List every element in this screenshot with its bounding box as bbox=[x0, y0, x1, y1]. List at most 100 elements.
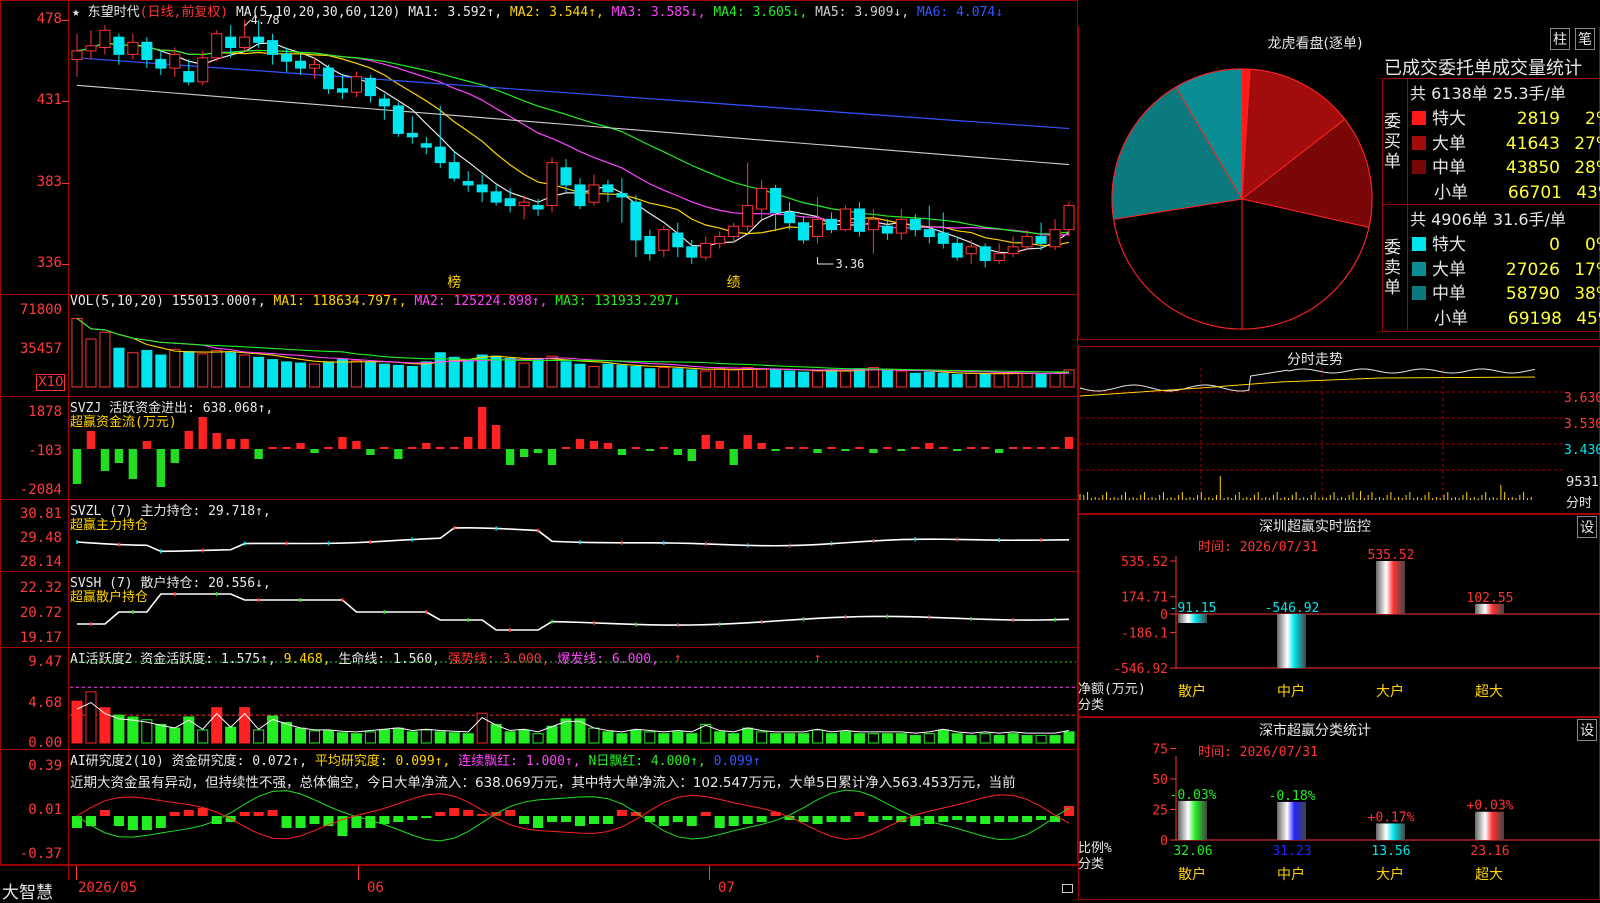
fund-flow-bar bbox=[813, 449, 822, 453]
fund-flow-bar bbox=[296, 443, 305, 449]
candle-body bbox=[434, 146, 446, 164]
sz-class-settings-button[interactable]: 设 bbox=[1577, 719, 1597, 741]
candle-body bbox=[448, 162, 460, 179]
candle-body bbox=[322, 67, 335, 90]
sell-volume: 69198 bbox=[1507, 308, 1562, 329]
vol-unit-badge: X10 bbox=[36, 374, 66, 391]
tick-mode-button[interactable]: 笔 bbox=[1575, 28, 1595, 50]
activity-bar bbox=[392, 727, 404, 744]
volume-bar bbox=[1021, 372, 1033, 388]
kline-ytick-2: 383 bbox=[36, 174, 62, 191]
lock-icon[interactable] bbox=[1062, 884, 1073, 893]
sell-label: 委卖单 bbox=[1384, 238, 1401, 298]
volume-bar bbox=[211, 349, 223, 388]
candle-body bbox=[728, 225, 740, 238]
candle-body bbox=[979, 246, 991, 262]
lhb-mid-divider bbox=[1382, 204, 1600, 205]
research-bar bbox=[71, 816, 83, 828]
fund-flow-bar bbox=[519, 449, 529, 457]
candle-body bbox=[602, 184, 614, 193]
monitor-ytick: -186.1 bbox=[1121, 626, 1168, 641]
svzl-chart[interactable] bbox=[70, 500, 1076, 571]
research-bar bbox=[253, 812, 264, 816]
candle-body bbox=[825, 218, 838, 231]
intraday-price-2: 3.430 bbox=[1564, 443, 1600, 458]
candle-body bbox=[406, 132, 418, 138]
volume-bar bbox=[1007, 371, 1019, 388]
svzl-ytick-2: 28.14 bbox=[19, 554, 62, 570]
volume-bar bbox=[923, 371, 935, 388]
activity-bar bbox=[350, 733, 362, 744]
candle-body bbox=[392, 105, 404, 134]
class-change-label: +0.17% bbox=[1368, 810, 1415, 825]
fund-flow-bar bbox=[645, 449, 655, 451]
sell-row-2: 中单 58790 38% bbox=[1412, 279, 1600, 304]
class-bar bbox=[1277, 801, 1306, 840]
fund-flow-bar bbox=[603, 443, 613, 449]
activity-bar bbox=[336, 732, 348, 744]
research-bar bbox=[449, 808, 460, 816]
candle-body bbox=[1035, 236, 1047, 244]
candle-body bbox=[895, 218, 907, 234]
activity-bar bbox=[909, 735, 921, 744]
activity-bar bbox=[281, 722, 293, 744]
candle-body bbox=[113, 36, 125, 55]
ai-activity-chart[interactable]: ↑ ↑ bbox=[70, 648, 1076, 749]
lhb-subtitle: 已成交委托单成交量统计 bbox=[1384, 58, 1582, 79]
svzj-ytick-1: -103 bbox=[28, 443, 62, 459]
buy-percent: 28% bbox=[1574, 158, 1600, 178]
candlestick-chart[interactable]: 4.78 3.36 榜 绩 bbox=[70, 0, 1076, 294]
monitor-category: 超大 bbox=[1475, 684, 1503, 700]
activity-bar bbox=[183, 716, 195, 744]
research-bar bbox=[882, 816, 893, 820]
sz-monitor-settings-button[interactable]: 设 bbox=[1577, 516, 1597, 538]
svsh-chart[interactable] bbox=[70, 572, 1076, 647]
research-bar bbox=[141, 816, 152, 830]
fund-flow-bar bbox=[450, 447, 459, 449]
research-bar bbox=[239, 812, 250, 816]
volume-bar bbox=[183, 351, 195, 388]
sell-volume: 58790 bbox=[1505, 284, 1560, 304]
volume-bar bbox=[504, 357, 516, 388]
buy-row-2: 中单 43850 28% bbox=[1412, 153, 1600, 178]
sell-percent: 0% bbox=[1585, 235, 1600, 255]
fund-flow-bar bbox=[967, 447, 976, 449]
ai-research-chart[interactable] bbox=[70, 789, 1076, 864]
date-label-0: 2026/05 bbox=[78, 880, 138, 896]
ai2-header: AI研究度2(10) 资金研究度: 0.072↑, 平均研究度: 0.099↑,… bbox=[70, 750, 761, 769]
candle-body bbox=[909, 218, 921, 231]
sell-row-1: 大单 27026 17% bbox=[1412, 255, 1600, 280]
ai1-ytick-2: 0.00 bbox=[28, 735, 62, 751]
activity-bar bbox=[420, 729, 432, 744]
buy-percent: 27% bbox=[1574, 133, 1600, 154]
activity-bar bbox=[979, 733, 991, 744]
monitor-ytick: 535.52 bbox=[1121, 555, 1168, 570]
ai2-cont: 连续飘红: 1.000↑, bbox=[458, 754, 581, 769]
intraday-chart[interactable] bbox=[1079, 368, 1564, 510]
candle-body bbox=[1007, 246, 1019, 255]
volume-bar bbox=[225, 352, 237, 388]
volume-bar bbox=[728, 369, 740, 388]
volume-bar bbox=[99, 331, 111, 388]
research-bar bbox=[505, 810, 516, 816]
bar-mode-button[interactable]: 柱 bbox=[1550, 28, 1570, 50]
volume-bar bbox=[700, 370, 712, 388]
brand-logo[interactable]: 大智慧 bbox=[2, 878, 53, 903]
lhb-pie-chart[interactable] bbox=[1108, 65, 1376, 333]
research-bar bbox=[714, 816, 725, 828]
fund-flow-bar bbox=[994, 449, 1004, 453]
monitor-bar-label: 535.52 bbox=[1368, 548, 1415, 563]
sz-class-title: 深市超赢分类统计 bbox=[1259, 723, 1371, 739]
fund-flow-bar bbox=[715, 441, 724, 449]
monitor-bar bbox=[1376, 561, 1405, 614]
activity-bar bbox=[253, 729, 265, 744]
sz-monitor-chart[interactable]: 535.52 174.71 0 -186.1 -546.92 净额(万元)分类 -91.15… bbox=[1078, 548, 1600, 716]
svzj-chart[interactable] bbox=[70, 397, 1076, 499]
sz-class-chart[interactable]: 75 50 25 0 比例%分类 -0.03% 32.06 散户 -0.18% 31.23 中户 +0… bbox=[1078, 743, 1600, 900]
kline-tickmark-1 bbox=[62, 100, 69, 102]
fund-flow-bar bbox=[156, 449, 166, 487]
candle-body bbox=[281, 53, 293, 62]
activity-bar bbox=[85, 691, 97, 744]
ai2-comment: 近期大资金虽有异动，但持续性不强，总体偏空，今日大单净流入：638.069万元，… bbox=[70, 775, 1016, 791]
volume-chart[interactable] bbox=[70, 295, 1076, 396]
